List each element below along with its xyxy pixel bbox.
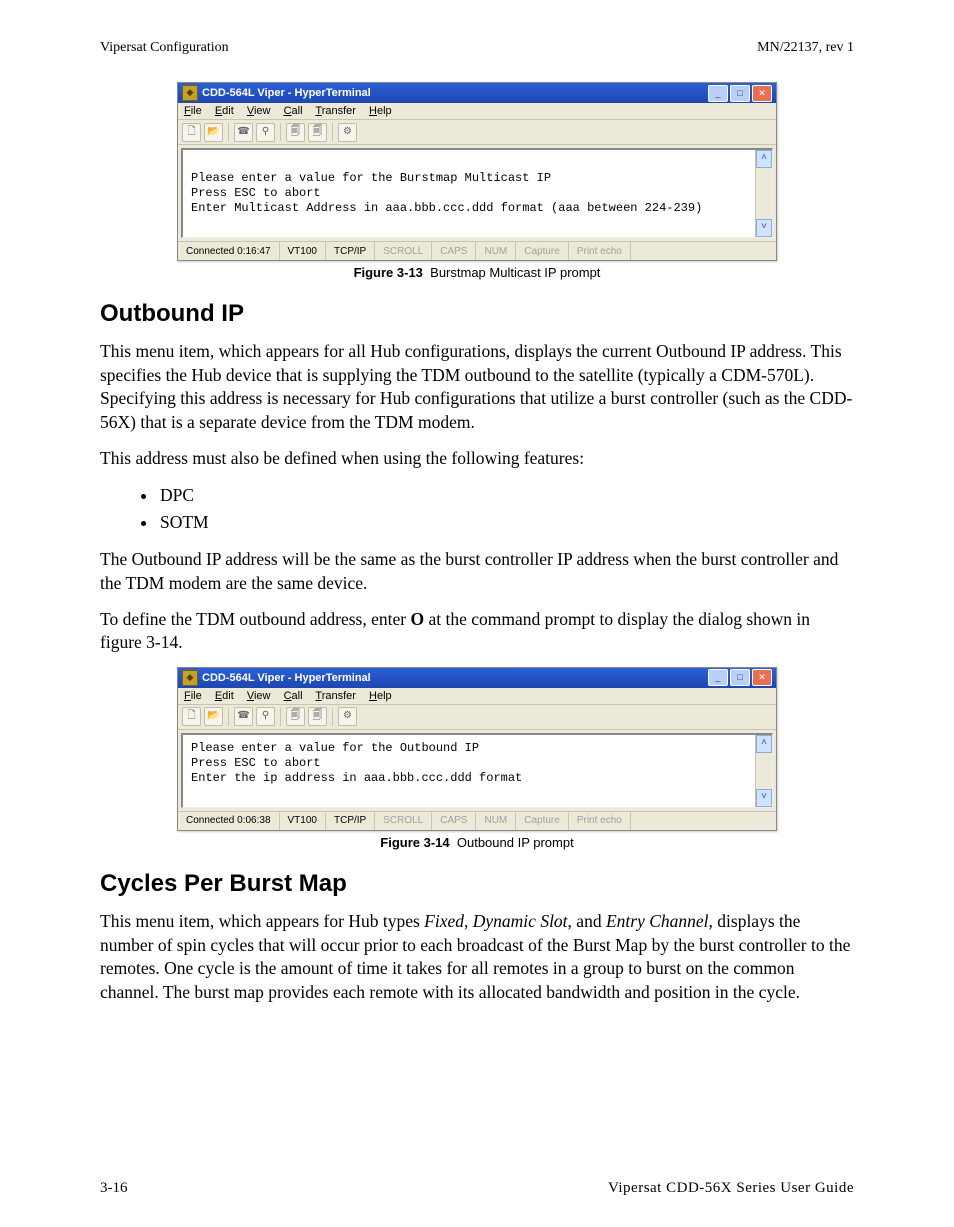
status-capture: Capture xyxy=(516,242,569,260)
scroll-up-icon[interactable]: ˄ xyxy=(756,735,772,753)
minimize-button[interactable]: _ xyxy=(708,669,728,686)
connect-icon[interactable]: ☎ xyxy=(234,123,253,142)
status-num: NUM xyxy=(476,242,516,260)
outbound-paragraph-4: To define the TDM outbound address, ente… xyxy=(100,608,854,655)
menu-help[interactable]: Help xyxy=(369,690,392,702)
separator-icon xyxy=(332,708,333,726)
bullet-sotm: SOTM xyxy=(158,509,854,536)
cycles-paragraph-1: This menu item, which appears for Hub ty… xyxy=(100,910,854,1005)
outbound-bullets: DPC SOTM xyxy=(100,482,854,536)
properties-icon[interactable]: ⚙ xyxy=(338,707,357,726)
disconnect-icon[interactable]: ⚲ xyxy=(256,123,275,142)
status-scroll: SCROLL xyxy=(375,242,432,260)
guide-title: Vipersat CDD-56X Series User Guide xyxy=(608,1180,854,1197)
separator-icon xyxy=(280,708,281,726)
separator-icon xyxy=(332,123,333,141)
header-right: MN/22137, rev 1 xyxy=(757,40,854,56)
status-print: Print echo xyxy=(569,242,631,260)
toolbar: 🗋 📂 ☎ ⚲ 🗐 🗐 ⚙ xyxy=(178,705,776,730)
close-button[interactable]: ✕ xyxy=(752,669,772,686)
figure-caption-14: Figure 3-14 Outbound IP prompt xyxy=(100,835,854,850)
connect-icon[interactable]: ☎ xyxy=(234,707,253,726)
menu-transfer[interactable]: Transfer xyxy=(315,690,356,702)
minimize-button[interactable]: _ xyxy=(708,85,728,102)
status-caps: CAPS xyxy=(432,812,476,830)
terminal-output[interactable]: Please enter a value for the Burstmap Mu… xyxy=(181,148,773,238)
receive-icon[interactable]: 🗐 xyxy=(308,707,327,726)
hyperterminal-window-2: ◆ CDD-564L Viper - HyperTerminal _ □ ✕ F… xyxy=(177,667,777,831)
send-icon[interactable]: 🗐 xyxy=(286,123,305,142)
status-capture: Capture xyxy=(516,812,569,830)
menu-call[interactable]: Call xyxy=(284,690,303,702)
terminal-output[interactable]: Please enter a value for the Outbound IP… xyxy=(181,733,773,808)
page-header: Vipersat Configuration MN/22137, rev 1 xyxy=(100,40,854,56)
scroll-up-icon[interactable]: ˄ xyxy=(756,150,772,168)
menu-view[interactable]: View xyxy=(247,690,271,702)
properties-icon[interactable]: ⚙ xyxy=(338,123,357,142)
status-connected: Connected 0:16:47 xyxy=(178,242,280,260)
hyperterminal-window-1: ◆ CDD-564L Viper - HyperTerminal _ □ ✕ F… xyxy=(177,82,777,261)
maximize-button[interactable]: □ xyxy=(730,669,750,686)
status-connected: Connected 0:06:38 xyxy=(178,812,280,830)
page-footer: 3-16 Vipersat CDD-56X Series User Guide xyxy=(100,1180,854,1197)
separator-icon xyxy=(228,123,229,141)
status-scroll: SCROLL xyxy=(375,812,432,830)
menu-transfer[interactable]: Transfer xyxy=(315,105,356,117)
menu-help[interactable]: Help xyxy=(369,105,392,117)
status-emulation: VT100 xyxy=(280,812,326,830)
figure-caption-13: Figure 3-13 Burstmap Multicast IP prompt xyxy=(100,265,854,280)
app-icon: ◆ xyxy=(182,85,198,101)
maximize-button[interactable]: □ xyxy=(730,85,750,102)
scrollbar[interactable]: ˄ ˅ xyxy=(755,735,772,807)
menubar: File Edit View Call Transfer Help xyxy=(178,688,776,705)
toolbar: 🗋 📂 ☎ ⚲ 🗐 🗐 ⚙ xyxy=(178,120,776,145)
status-protocol: TCP/IP xyxy=(326,242,375,260)
outbound-paragraph-2: This address must also be defined when u… xyxy=(100,447,854,471)
terminal-text: Please enter a value for the Outbound IP… xyxy=(191,741,766,801)
new-icon[interactable]: 🗋 xyxy=(182,707,201,726)
scroll-down-icon[interactable]: ˅ xyxy=(756,219,772,237)
receive-icon[interactable]: 🗐 xyxy=(308,123,327,142)
menu-edit[interactable]: Edit xyxy=(215,105,234,117)
send-icon[interactable]: 🗐 xyxy=(286,707,305,726)
window-title: CDD-564L Viper - HyperTerminal xyxy=(202,87,708,99)
open-icon[interactable]: 📂 xyxy=(204,123,223,142)
separator-icon xyxy=(280,123,281,141)
scrollbar[interactable]: ˄ ˅ xyxy=(755,150,772,237)
menu-file[interactable]: File xyxy=(184,105,202,117)
page-number: 3-16 xyxy=(100,1180,128,1197)
menu-view[interactable]: View xyxy=(247,105,271,117)
titlebar[interactable]: ◆ CDD-564L Viper - HyperTerminal _ □ ✕ xyxy=(178,668,776,688)
close-button[interactable]: ✕ xyxy=(752,85,772,102)
new-icon[interactable]: 🗋 xyxy=(182,123,201,142)
heading-cycles-per-burst-map: Cycles Per Burst Map xyxy=(100,870,854,898)
separator-icon xyxy=(228,708,229,726)
status-caps: CAPS xyxy=(432,242,476,260)
status-protocol: TCP/IP xyxy=(326,812,375,830)
outbound-paragraph-3: The Outbound IP address will be the same… xyxy=(100,548,854,595)
menu-edit[interactable]: Edit xyxy=(215,690,234,702)
window-title: CDD-564L Viper - HyperTerminal xyxy=(202,672,708,684)
outbound-paragraph-1: This menu item, which appears for all Hu… xyxy=(100,340,854,435)
statusbar: Connected 0:06:38 VT100 TCP/IP SCROLL CA… xyxy=(178,811,776,830)
menu-call[interactable]: Call xyxy=(284,105,303,117)
terminal-text: Please enter a value for the Burstmap Mu… xyxy=(191,156,766,231)
statusbar: Connected 0:16:47 VT100 TCP/IP SCROLL CA… xyxy=(178,241,776,260)
disconnect-icon[interactable]: ⚲ xyxy=(256,707,275,726)
status-num: NUM xyxy=(476,812,516,830)
heading-outbound-ip: Outbound IP xyxy=(100,300,854,328)
status-print: Print echo xyxy=(569,812,631,830)
titlebar[interactable]: ◆ CDD-564L Viper - HyperTerminal _ □ ✕ xyxy=(178,83,776,103)
status-emulation: VT100 xyxy=(280,242,326,260)
menubar: File Edit View Call Transfer Help xyxy=(178,103,776,120)
bullet-dpc: DPC xyxy=(158,482,854,509)
app-icon: ◆ xyxy=(182,670,198,686)
scroll-down-icon[interactable]: ˅ xyxy=(756,789,772,807)
menu-file[interactable]: File xyxy=(184,690,202,702)
header-left: Vipersat Configuration xyxy=(100,40,229,56)
open-icon[interactable]: 📂 xyxy=(204,707,223,726)
